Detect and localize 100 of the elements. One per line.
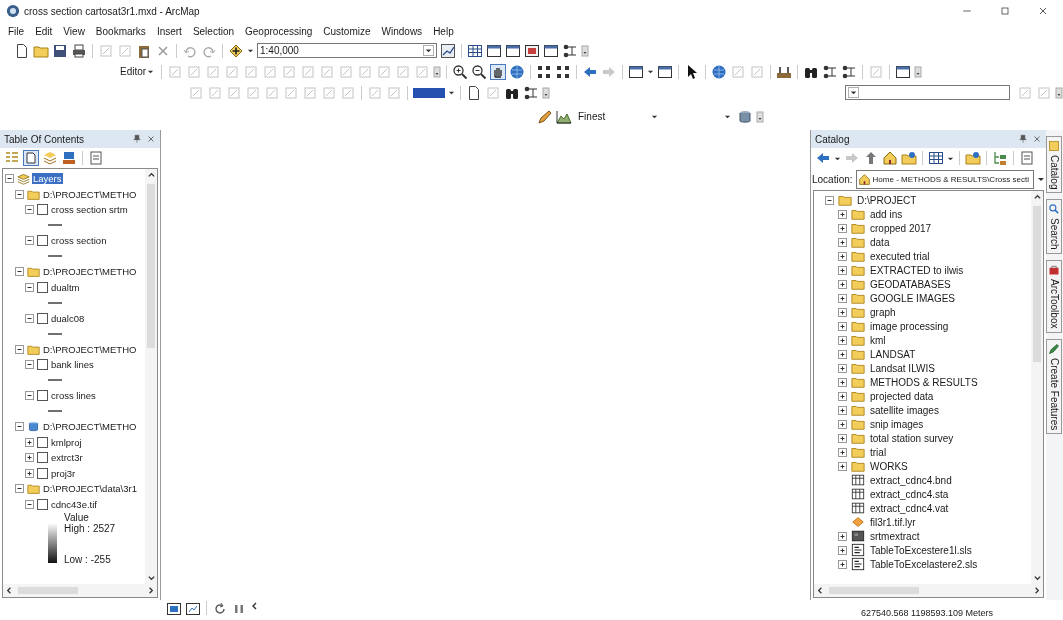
checkbox[interactable] <box>37 235 48 247</box>
catalog-item[interactable]: D:\PROJECT <box>855 194 919 206</box>
group-name[interactable]: D:\PROJECT\METHO <box>42 266 138 278</box>
collapse-icon[interactable] <box>824 194 835 206</box>
vertical-scrollbar[interactable] <box>145 169 157 584</box>
catalog-item[interactable]: extract_cdnc4.sta <box>868 488 951 500</box>
catalog-item[interactable]: GOOGLE IMAGES <box>868 292 958 304</box>
connector-icon[interactable] <box>822 63 839 80</box>
globe-icon[interactable] <box>711 63 728 80</box>
expand-icon[interactable] <box>837 292 848 304</box>
scroll-right-icon[interactable] <box>1032 586 1041 595</box>
catalog-item[interactable]: trial <box>868 446 889 458</box>
catalog-item[interactable]: LANDSAT <box>868 348 918 360</box>
globe-icon[interactable] <box>509 63 526 80</box>
expand-icon[interactable] <box>837 306 848 318</box>
four-squares-icon[interactable] <box>555 63 572 80</box>
close-icon[interactable] <box>1032 134 1042 144</box>
catalog-item[interactable]: projected data <box>868 390 936 402</box>
scroll-up-icon[interactable] <box>146 171 156 180</box>
search-combobox[interactable] <box>845 85 1010 100</box>
layer-name[interactable]: proj3r <box>50 467 77 479</box>
catalog-item[interactable]: TableToExcestere1l.sls <box>868 544 974 556</box>
window-icon[interactable] <box>895 63 912 80</box>
table-icon[interactable] <box>928 150 944 166</box>
expand-icon[interactable] <box>837 530 848 542</box>
expand-icon[interactable] <box>837 418 848 430</box>
expand-icon[interactable] <box>837 544 848 556</box>
resolution-dropdown[interactable]: Finest <box>575 109 661 124</box>
save-icon[interactable] <box>52 42 68 59</box>
checkbox[interactable] <box>37 498 48 510</box>
layout-view-icon[interactable] <box>166 601 182 617</box>
checkbox[interactable] <box>37 390 48 402</box>
layer-name[interactable]: dualc08 <box>50 312 86 324</box>
collapse-icon[interactable] <box>24 498 35 510</box>
pencil-icon[interactable] <box>537 108 553 125</box>
side-tab[interactable]: Search <box>1046 199 1062 255</box>
expand-icon[interactable] <box>837 558 848 570</box>
caret-icon[interactable] <box>1037 175 1045 183</box>
expand-icon[interactable] <box>837 446 848 458</box>
close-icon[interactable] <box>1037 5 1049 17</box>
editor-menu-button[interactable]: Editor <box>118 66 157 77</box>
collapse-icon[interactable] <box>14 343 25 355</box>
side-tab[interactable]: Catalog <box>1046 136 1062 194</box>
location-field[interactable]: Home - METHODS & RESULTS\Cross secti <box>855 169 1034 189</box>
expand-icon[interactable] <box>837 404 848 416</box>
close-icon[interactable] <box>146 134 156 144</box>
menu-item[interactable]: Help <box>433 25 454 37</box>
menu-item[interactable]: Geoprocessing <box>245 25 313 37</box>
expand-icon[interactable] <box>837 222 848 234</box>
catalog-item[interactable]: fil3r1.tif.lyr <box>868 516 918 528</box>
layer-name[interactable]: cross section srtm <box>50 204 129 216</box>
window-icon[interactable] <box>543 42 559 59</box>
layer-name[interactable]: extrct3r <box>50 452 84 464</box>
refresh-icon[interactable] <box>212 601 228 617</box>
window-icon[interactable] <box>628 63 645 80</box>
caret-icon[interactable] <box>448 89 455 96</box>
menu-item[interactable]: File <box>8 25 25 37</box>
catalog-item[interactable]: EXTRACTED to ilwis <box>868 264 966 276</box>
group-name[interactable]: D:\PROJECT\METHO <box>42 188 138 200</box>
catalog-item[interactable]: add ins <box>868 208 905 220</box>
window-icon[interactable] <box>505 42 521 59</box>
catalog-item[interactable]: METHODS & RESULTS <box>868 376 980 388</box>
collapse-icon[interactable] <box>24 204 35 216</box>
window-icon[interactable] <box>657 63 674 80</box>
checkbox[interactable] <box>37 359 48 371</box>
menu-item[interactable]: Windows <box>381 25 423 37</box>
group-name[interactable]: D:\PROJECT\METHO <box>42 343 138 355</box>
page-icon[interactable] <box>14 42 30 59</box>
catalog-item[interactable]: srtmextract <box>868 530 922 542</box>
data-frame-name[interactable]: Layers <box>32 173 63 185</box>
collapse-icon[interactable] <box>14 421 25 433</box>
catalog-item[interactable]: executed trial <box>868 250 932 262</box>
zoom-out-icon[interactable] <box>471 63 488 80</box>
caret-icon[interactable] <box>247 47 254 54</box>
checkbox[interactable] <box>37 436 48 448</box>
expand-icon[interactable] <box>837 264 848 276</box>
catalog-item[interactable]: image processing <box>868 320 951 332</box>
scale-combobox[interactable]: 1:40,000 <box>257 43 437 58</box>
group-name[interactable]: D:\PROJECT\data\3r1 <box>42 483 138 495</box>
terrain-chart-icon[interactable] <box>556 108 572 125</box>
window-icon[interactable] <box>486 42 502 59</box>
collapse-icon[interactable] <box>24 281 35 293</box>
checkbox[interactable] <box>37 452 48 464</box>
layer-name[interactable]: dualtm <box>50 281 81 293</box>
line-chart-icon[interactable] <box>440 42 456 59</box>
menu-item[interactable]: Bookmarks <box>95 25 146 37</box>
expand-icon[interactable] <box>837 348 848 360</box>
left-arrow-icon[interactable] <box>815 150 831 166</box>
collapse-icon[interactable] <box>4 173 15 185</box>
expand-icon[interactable] <box>837 376 848 388</box>
table-icon[interactable] <box>467 42 483 59</box>
catalog-item[interactable]: total station survey <box>868 432 956 444</box>
expand-icon[interactable] <box>837 236 848 248</box>
collapse-icon[interactable] <box>24 359 35 371</box>
tree-view-icon[interactable] <box>992 150 1008 166</box>
scroll-down-icon[interactable] <box>1032 573 1042 582</box>
scroll-down-icon[interactable] <box>146 573 156 582</box>
expand-icon[interactable] <box>24 436 35 448</box>
expand-icon[interactable] <box>837 320 848 332</box>
expand-icon[interactable] <box>24 467 35 479</box>
